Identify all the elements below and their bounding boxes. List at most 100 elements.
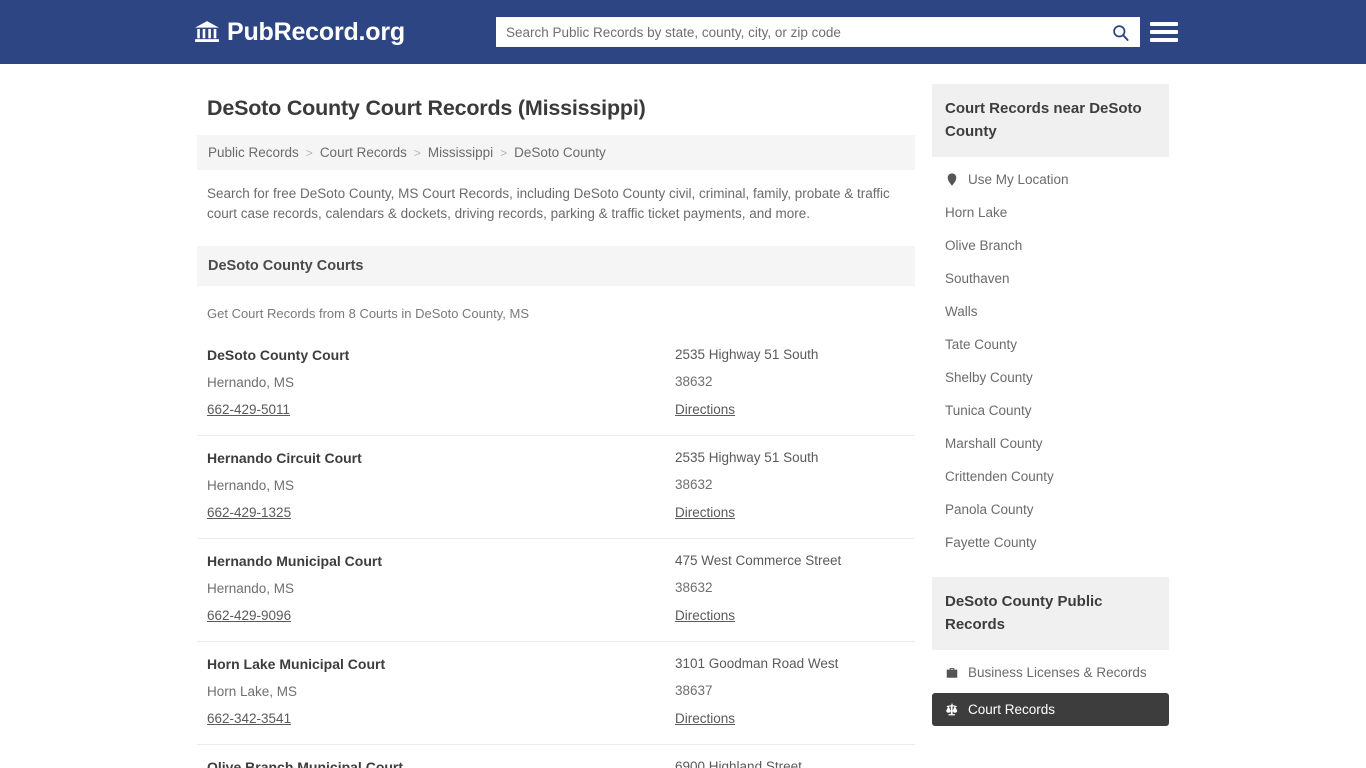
- sidebar-item-label: Court Records: [968, 702, 1056, 717]
- court-zip: 38632: [675, 580, 713, 595]
- court-name: Horn Lake Municipal Court: [207, 656, 386, 672]
- site-header: PubRecord.org: [0, 0, 1366, 64]
- court-info-left: Horn Lake Municipal Court Horn Lake, MS 66…: [207, 656, 675, 728]
- court-name: Hernando Municipal Court: [207, 553, 382, 569]
- court-name: DeSoto County Court: [207, 347, 350, 363]
- search-icon: [1112, 24, 1129, 41]
- scales-icon: [946, 703, 958, 716]
- nearby-item-walls[interactable]: Walls: [932, 295, 1169, 328]
- nearby-records-title: Court Records near DeSoto County: [932, 84, 1169, 157]
- breadcrumb-item[interactable]: Court Records: [320, 145, 407, 160]
- nearby-item-olive-branch[interactable]: Olive Branch: [932, 229, 1169, 262]
- logo-text: PubRecord.org: [227, 17, 405, 46]
- court-address: 6900 Highland Street: [675, 759, 802, 768]
- page-title: DeSoto County Court Records (Mississippi…: [207, 96, 646, 120]
- court-info-right: 2535 Highway 51 South 38632 Directions: [675, 347, 905, 419]
- site-logo[interactable]: PubRecord.org: [194, 18, 405, 47]
- court-row: Olive Branch Municipal CourtOlive Branch…: [197, 744, 915, 768]
- court-row: DeSoto County Court Hernando, MS 662-429-5…: [197, 333, 915, 435]
- court-phone[interactable]: 662-429-5011: [207, 402, 675, 417]
- court-row: Hernando Municipal Court Hernando, MS 662-…: [197, 538, 915, 641]
- breadcrumb-separator: >: [305, 145, 313, 160]
- directions-link[interactable]: Directions: [675, 711, 735, 726]
- breadcrumb-item[interactable]: DeSoto County: [514, 145, 606, 160]
- sidebar-item-label: Marshall County: [945, 436, 1043, 451]
- court-address: 2535 Highway 51 South: [675, 347, 819, 362]
- courts-section-title: DeSoto County Courts: [197, 246, 915, 286]
- nearby-item-horn-lake[interactable]: Horn Lake: [932, 196, 1169, 229]
- court-name: Olive Branch Municipal Court: [207, 759, 404, 768]
- nearby-item-use-my-location[interactable]: Use My Location: [932, 163, 1169, 196]
- records-item-court-records[interactable]: Court Records: [932, 693, 1169, 726]
- courts-section-subtitle: Get Court Records from 8 Courts in DeSot…: [207, 306, 529, 321]
- court-address: 2535 Highway 51 South: [675, 450, 819, 465]
- briefcase-icon: [946, 668, 958, 678]
- bank-icon: [195, 21, 219, 42]
- nearby-item-tunica-county[interactable]: Tunica County: [932, 394, 1169, 427]
- nearby-item-shelby-county[interactable]: Shelby County: [932, 361, 1169, 394]
- sidebar-item-label: Panola County: [945, 502, 1034, 517]
- sidebar: Court Records near DeSoto County Use My …: [932, 84, 1169, 730]
- court-row: Hernando Circuit Court Hernando, MS 662-42…: [197, 435, 915, 538]
- court-address: 3101 Goodman Road West: [675, 656, 839, 671]
- sidebar-item-label: Southaven: [945, 271, 1010, 286]
- nearby-item-southaven[interactable]: Southaven: [932, 262, 1169, 295]
- breadcrumb: Public Records > Court Records > Mississippi…: [197, 135, 915, 170]
- court-phone[interactable]: 662-429-1325: [207, 505, 675, 520]
- breadcrumb-separator: >: [413, 145, 421, 160]
- court-city: Hernando, MS: [207, 478, 295, 493]
- map-pin-icon: [947, 173, 957, 186]
- menu-bar-3: [1150, 38, 1178, 42]
- court-info-left: Olive Branch Municipal CourtOlive Branch…: [207, 759, 675, 768]
- search-button[interactable]: [1100, 17, 1140, 47]
- court-phone[interactable]: 662-342-3541: [207, 711, 675, 726]
- court-list: DeSoto County Court Hernando, MS 662-429-5…: [197, 333, 915, 768]
- menu-bar-1: [1150, 22, 1178, 26]
- breadcrumb-item[interactable]: Mississippi: [428, 145, 493, 160]
- court-phone[interactable]: 662-429-9096: [207, 608, 675, 623]
- court-zip: 38632: [675, 477, 713, 492]
- court-zip: 38637: [675, 683, 713, 698]
- breadcrumb-item[interactable]: Public Records: [208, 145, 299, 160]
- sidebar-item-label: Fayette County: [945, 535, 1037, 550]
- court-city: Hernando, MS: [207, 375, 295, 390]
- nearby-item-marshall-county[interactable]: Marshall County: [932, 427, 1169, 460]
- directions-link[interactable]: Directions: [675, 608, 735, 623]
- directions-link[interactable]: Directions: [675, 402, 735, 417]
- nearby-item-crittenden-county[interactable]: Crittenden County: [932, 460, 1169, 493]
- directions-link[interactable]: Directions: [675, 505, 735, 520]
- sidebar-item-label: Walls: [945, 304, 978, 319]
- court-city: Horn Lake, MS: [207, 684, 298, 699]
- sidebar-item-label: Horn Lake: [945, 205, 1008, 220]
- court-info-left: Hernando Municipal Court Hernando, MS 662-…: [207, 553, 675, 625]
- public-records-list: Business Licenses & Records Court Records: [932, 650, 1169, 726]
- court-info-right: 3101 Goodman Road West 38637 Directions: [675, 656, 905, 728]
- sidebar-item-label: Tunica County: [945, 403, 1032, 418]
- court-info-right: 6900 Highland Street38654Directions: [675, 759, 905, 768]
- nearby-item-fayette-county[interactable]: Fayette County: [932, 526, 1169, 559]
- page-body: DeSoto County Court Records (Mississippi…: [0, 64, 1366, 768]
- court-info-right: 2535 Highway 51 South 38632 Directions: [675, 450, 905, 522]
- search-bar[interactable]: [496, 17, 1140, 47]
- court-zip: 38632: [675, 374, 713, 389]
- sidebar-item-label: Crittenden County: [945, 469, 1054, 484]
- breadcrumb-separator: >: [500, 145, 508, 160]
- sidebar-item-label: Tate County: [945, 337, 1018, 352]
- nearby-item-panola-county[interactable]: Panola County: [932, 493, 1169, 526]
- public-records-title: DeSoto County Public Records: [932, 577, 1169, 650]
- sidebar-item-label: Use My Location: [968, 172, 1069, 187]
- page-intro-text: Search for free DeSoto County, MS Court …: [207, 186, 890, 221]
- sidebar-item-label: Olive Branch: [945, 238, 1023, 253]
- records-item-business-licenses-records[interactable]: Business Licenses & Records: [932, 656, 1169, 689]
- search-input[interactable]: [496, 17, 1100, 47]
- nearby-item-tate-county[interactable]: Tate County: [932, 328, 1169, 361]
- sidebar-item-label: Business Licenses & Records: [968, 665, 1147, 680]
- menu-bar-2: [1150, 30, 1178, 34]
- court-info-right: 475 West Commerce Street 38632 Directions: [675, 553, 905, 625]
- court-row: Horn Lake Municipal Court Horn Lake, MS 66…: [197, 641, 915, 744]
- court-info-left: DeSoto County Court Hernando, MS 662-429-5…: [207, 347, 675, 419]
- court-address: 475 West Commerce Street: [675, 553, 842, 568]
- hamburger-menu-icon[interactable]: [1150, 17, 1178, 47]
- court-info-left: Hernando Circuit Court Hernando, MS 662-42…: [207, 450, 675, 522]
